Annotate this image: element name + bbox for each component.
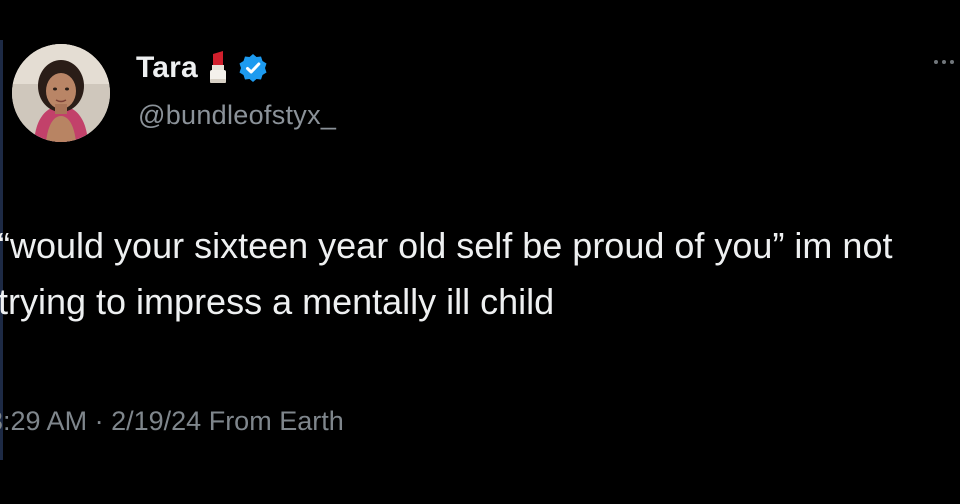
more-dot bbox=[950, 60, 954, 64]
tweet-date[interactable]: 2/19/24 bbox=[111, 406, 201, 436]
author-name-row: Tara bbox=[136, 48, 268, 88]
more-options-icon[interactable] bbox=[934, 60, 954, 64]
verified-badge-icon bbox=[238, 53, 268, 83]
tweet-meta: 3:29 AM · 2/19/24 From Earth bbox=[0, 406, 344, 437]
lipstick-icon bbox=[208, 51, 228, 85]
more-dot bbox=[934, 60, 938, 64]
avatar[interactable] bbox=[12, 44, 110, 142]
author-handle[interactable]: @bundleofstyx_ bbox=[138, 100, 336, 131]
more-dot bbox=[942, 60, 946, 64]
tweet-time[interactable]: 3:29 AM bbox=[0, 406, 87, 436]
tweet-source: From Earth bbox=[208, 406, 344, 436]
tweet-text: “would your sixteen year old self be pro… bbox=[0, 225, 903, 322]
meta-separator: · bbox=[94, 406, 104, 436]
avatar-image bbox=[12, 44, 110, 142]
author-display-name[interactable]: Tara bbox=[136, 51, 198, 85]
